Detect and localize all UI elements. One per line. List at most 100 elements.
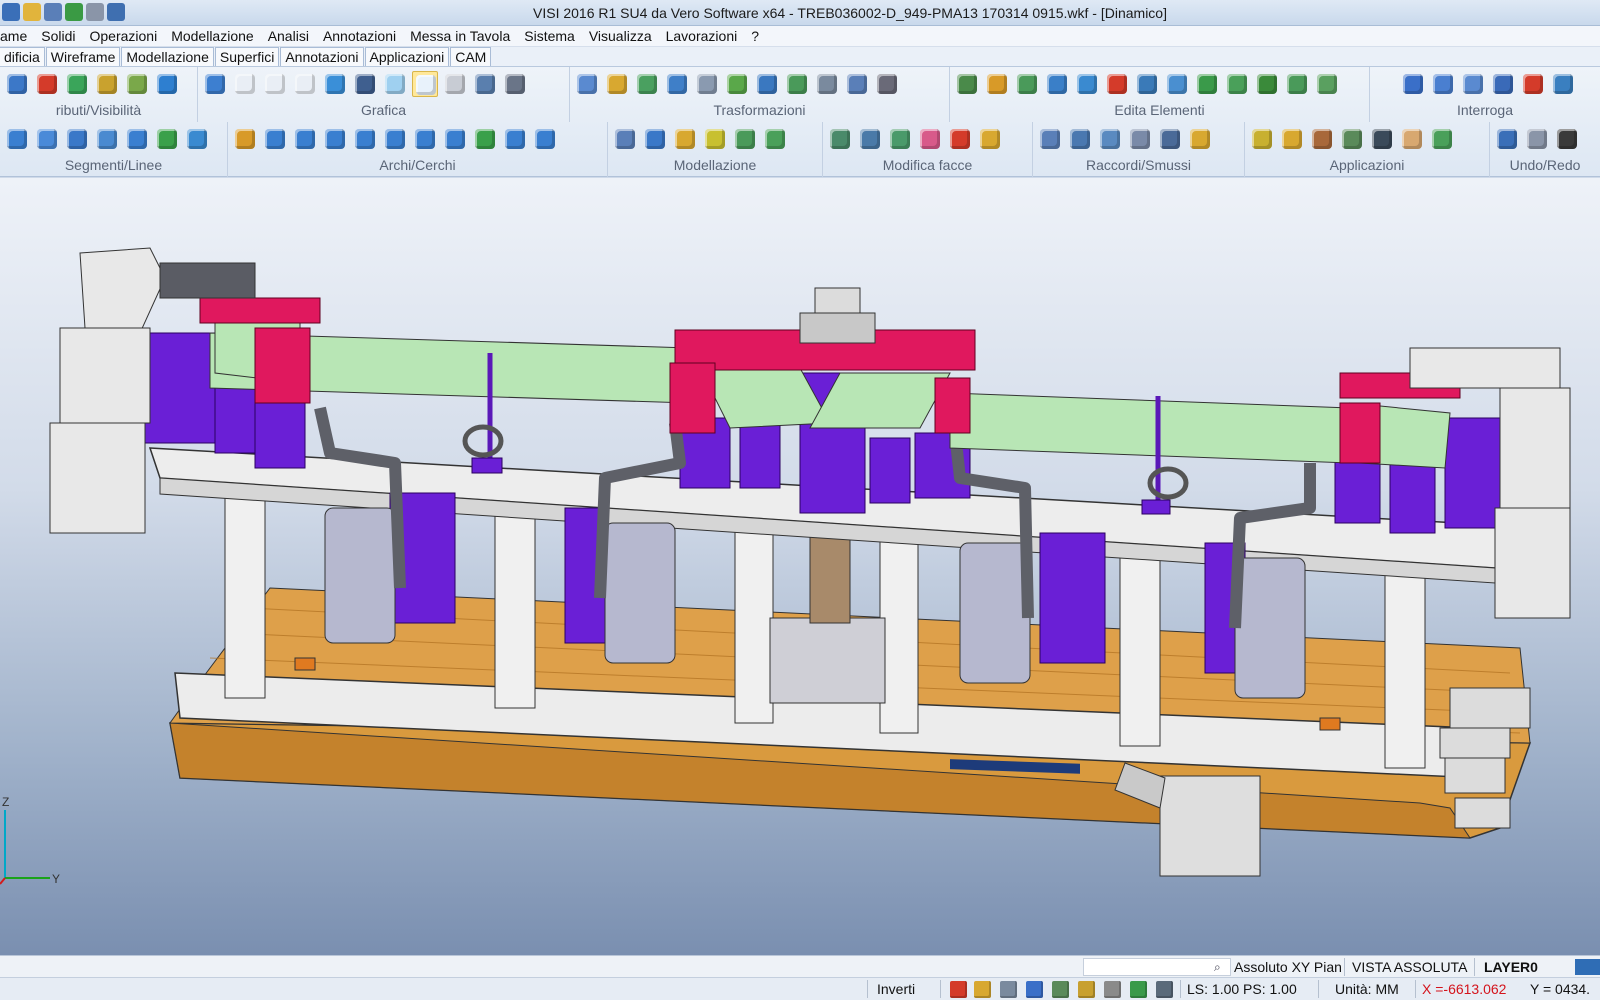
face-offset-icon[interactable] [827,126,853,152]
tab-modifica[interactable]: dificia [0,47,45,66]
break-icon[interactable] [1194,71,1220,97]
arc-rotate-icon[interactable] [502,126,528,152]
arc-green-icon[interactable] [472,126,498,152]
cylinder-lines-icon[interactable] [442,71,468,97]
sweep-icon[interactable] [702,126,728,152]
transform-icon[interactable] [874,71,900,97]
3d-viewport[interactable]: Z Y [0,178,1600,955]
query-icon[interactable] [1400,71,1426,97]
trim-icon[interactable] [1014,71,1040,97]
tab-wireframe[interactable]: Wireframe [45,47,121,66]
cylinder-wire-icon[interactable] [232,71,258,97]
history-icon[interactable] [1554,126,1580,152]
redo-icon[interactable] [1524,126,1550,152]
tools-icon[interactable] [502,71,528,97]
distance-icon[interactable] [1430,71,1456,97]
paste-icon[interactable] [604,71,630,97]
tab-cam[interactable]: CAM [450,47,492,66]
replace-icon[interactable] [1314,71,1340,97]
invert-button[interactable]: Inverti [877,981,915,997]
cylinder-shaded-icon[interactable] [322,71,348,97]
ruler-icon[interactable] [1104,981,1121,998]
texture-icon[interactable] [1399,126,1425,152]
blend-icon[interactable] [1097,126,1123,152]
split-icon[interactable] [1134,71,1160,97]
align-icon[interactable] [844,71,870,97]
radius-icon[interactable] [1490,71,1516,97]
attribute-icon[interactable] [4,71,30,97]
help-icon[interactable] [1026,981,1043,998]
refresh-icon[interactable] [1130,981,1147,998]
array-icon[interactable] [754,71,780,97]
app-table-icon[interactable] [1309,126,1335,152]
menu-annotazioni[interactable]: Annotazioni [316,28,403,44]
menu-analisi[interactable]: Analisi [261,28,316,44]
mirror-icon[interactable] [664,71,690,97]
shell-icon[interactable] [762,126,788,152]
camera-icon[interactable] [1369,126,1395,152]
cylinder-light-icon[interactable] [382,71,408,97]
circle-3p-icon[interactable] [322,126,348,152]
reverse-icon[interactable] [1074,71,1100,97]
line-angle-icon[interactable] [64,126,90,152]
variable-fillet-icon[interactable] [1187,126,1213,152]
extrude-icon[interactable] [612,126,638,152]
ellipse-icon[interactable] [532,126,558,152]
app-export-icon[interactable] [1429,126,1455,152]
cube-icon[interactable] [1078,981,1095,998]
undo-icon[interactable] [1494,126,1520,152]
extend-icon[interactable] [1044,71,1070,97]
fillet-icon[interactable] [1037,126,1063,152]
menu-sistema[interactable]: Sistema [517,28,582,44]
cylinder-selected-icon[interactable] [412,71,438,97]
cylinder-layers-icon[interactable] [472,71,498,97]
offset-icon[interactable] [784,71,810,97]
refresh-icon[interactable] [202,71,228,97]
line-tangent-icon[interactable] [124,126,150,152]
menu-operazioni[interactable]: Operazioni [82,28,164,44]
app-tree-icon[interactable] [1279,126,1305,152]
join-icon[interactable] [1164,71,1190,97]
round-icon[interactable] [1127,126,1153,152]
menu-visualizza[interactable]: Visualizza [582,28,659,44]
tab-modellazione[interactable]: Modellazione [121,47,214,66]
arc-end-icon[interactable] [442,126,468,152]
settings-icon[interactable] [1000,981,1017,998]
divide-icon[interactable] [1254,71,1280,97]
face-move-icon[interactable] [857,126,883,152]
loft-icon[interactable] [732,126,758,152]
circle-diam-icon[interactable] [412,126,438,152]
angle-icon[interactable] [1460,71,1486,97]
line-icon[interactable] [4,126,30,152]
line-green-icon[interactable] [154,126,180,152]
grid-toggle-icon[interactable] [1156,981,1173,998]
face-patch-icon[interactable] [977,126,1003,152]
layer-icon[interactable] [64,71,90,97]
delete-icon[interactable] [954,71,980,97]
edge-icon[interactable] [1157,126,1183,152]
scale-icon[interactable] [724,71,750,97]
filter-icon[interactable] [1052,981,1069,998]
menu-lavorazioni[interactable]: Lavorazioni [659,28,745,44]
cylinder-dark-icon[interactable] [352,71,378,97]
layer-label[interactable]: LAYER0 [1484,959,1538,975]
arc-icon[interactable] [232,126,258,152]
menu-frame[interactable]: ame [0,28,34,44]
menu-help[interactable]: ? [744,28,766,44]
view-label[interactable]: VISTA ASSOLUTA [1352,959,1467,975]
color-icon[interactable] [154,71,180,97]
move-icon[interactable] [634,71,660,97]
tab-annotazioni[interactable]: Annotazioni [280,47,364,66]
app-mold-icon[interactable] [1249,126,1275,152]
cylinder-hidden-icon[interactable] [262,71,288,97]
circle-icon[interactable] [262,126,288,152]
view-plane-label[interactable]: Assoluto XY Pian [1234,959,1342,975]
tab-superfici[interactable]: Superfici [214,47,280,66]
circle-center-icon[interactable] [292,126,318,152]
line-gear-icon[interactable] [184,126,210,152]
line-perp-icon[interactable] [94,126,120,152]
hide-icon[interactable] [94,71,120,97]
edit-icon[interactable] [984,71,1010,97]
show-icon[interactable] [124,71,150,97]
boolean-icon[interactable] [672,126,698,152]
